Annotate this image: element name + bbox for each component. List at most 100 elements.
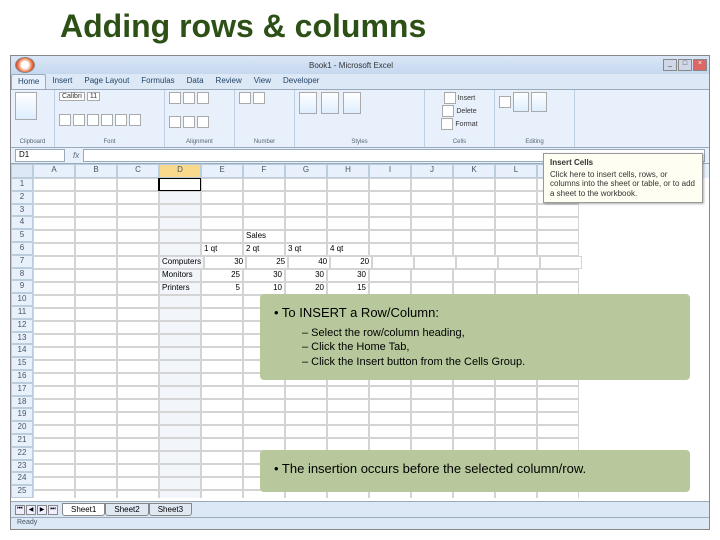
cell[interactable] (453, 386, 495, 399)
cell[interactable] (75, 321, 117, 334)
cell[interactable] (453, 399, 495, 412)
cell[interactable] (201, 412, 243, 425)
cell[interactable] (33, 256, 75, 269)
cell[interactable] (495, 243, 537, 256)
cell[interactable]: Sales (243, 230, 285, 243)
align-center-icon[interactable] (183, 92, 195, 104)
cell[interactable] (327, 230, 369, 243)
row-header[interactable]: 5 (11, 229, 33, 242)
cell[interactable] (372, 256, 414, 269)
cell[interactable] (117, 217, 159, 230)
cell[interactable] (411, 386, 453, 399)
cell[interactable] (369, 178, 411, 191)
cell[interactable] (33, 451, 75, 464)
row-header[interactable]: 22 (11, 447, 33, 460)
cell[interactable] (453, 243, 495, 256)
cell[interactable] (75, 217, 117, 230)
bold-icon[interactable] (59, 114, 71, 126)
cell[interactable] (495, 217, 537, 230)
cell[interactable] (33, 438, 75, 451)
cell[interactable] (453, 217, 495, 230)
cell[interactable] (369, 425, 411, 438)
cell[interactable] (159, 373, 201, 386)
cell[interactable] (411, 269, 453, 282)
row-header[interactable]: 20 (11, 421, 33, 434)
cell[interactable] (285, 204, 327, 217)
cell[interactable] (411, 243, 453, 256)
cell[interactable] (159, 412, 201, 425)
cell[interactable] (117, 269, 159, 282)
cell[interactable] (495, 230, 537, 243)
cell[interactable] (327, 399, 369, 412)
cell[interactable] (243, 412, 285, 425)
cell[interactable] (495, 191, 537, 204)
cell[interactable] (201, 399, 243, 412)
cell[interactable] (117, 191, 159, 204)
cell[interactable] (117, 490, 159, 498)
paste-icon[interactable] (15, 92, 37, 120)
sheet-nav-first-icon[interactable]: ⏮ (15, 505, 25, 515)
cell[interactable]: 3 qt (285, 243, 327, 256)
cell[interactable] (243, 204, 285, 217)
row-header[interactable]: 10 (11, 293, 33, 306)
cell[interactable]: Printers (159, 282, 201, 295)
cell[interactable] (33, 230, 75, 243)
cell[interactable] (453, 412, 495, 425)
col-header[interactable]: L (495, 164, 537, 178)
cell[interactable] (117, 477, 159, 490)
cell[interactable]: 30 (243, 269, 285, 282)
col-header[interactable]: E (201, 164, 243, 178)
select-all-corner[interactable] (11, 164, 33, 178)
sheet-tab[interactable]: Sheet3 (149, 503, 192, 516)
cell[interactable] (33, 490, 75, 498)
cell[interactable] (75, 230, 117, 243)
cell[interactable] (159, 425, 201, 438)
cell[interactable] (117, 373, 159, 386)
insert-button[interactable]: Insert (458, 95, 476, 102)
merge-icon[interactable] (197, 116, 209, 128)
fx-icon[interactable]: fx (69, 151, 83, 160)
cell[interactable] (201, 425, 243, 438)
cell[interactable] (495, 425, 537, 438)
col-header[interactable]: C (117, 164, 159, 178)
cell[interactable] (33, 334, 75, 347)
cell[interactable] (285, 386, 327, 399)
cell[interactable] (201, 438, 243, 451)
font-color-icon[interactable] (129, 114, 141, 126)
cell[interactable] (159, 490, 201, 498)
border-icon[interactable] (101, 114, 113, 126)
cell[interactable] (159, 347, 201, 360)
cell[interactable] (33, 425, 75, 438)
cell[interactable] (453, 269, 495, 282)
cell[interactable] (537, 386, 579, 399)
cell[interactable] (117, 464, 159, 477)
cell[interactable] (537, 269, 579, 282)
cell[interactable]: 1 qt (201, 243, 243, 256)
cell[interactable] (453, 178, 495, 191)
delete-cells-icon[interactable] (442, 105, 454, 117)
cell[interactable] (117, 438, 159, 451)
cell[interactable] (33, 399, 75, 412)
cell[interactable] (414, 256, 456, 269)
cell[interactable] (537, 204, 579, 217)
cell[interactable] (285, 412, 327, 425)
cell[interactable] (369, 230, 411, 243)
cell[interactable] (159, 230, 201, 243)
conditional-formatting-icon[interactable] (299, 92, 317, 114)
col-header[interactable]: B (75, 164, 117, 178)
cell[interactable] (75, 386, 117, 399)
cell[interactable] (159, 321, 201, 334)
cell[interactable] (495, 386, 537, 399)
sheet-tab[interactable]: Sheet2 (105, 503, 148, 516)
cell[interactable] (369, 399, 411, 412)
percent-icon[interactable] (253, 92, 265, 104)
cell[interactable] (201, 191, 243, 204)
sheet-tab[interactable]: Sheet1 (62, 503, 105, 516)
cell[interactable] (285, 230, 327, 243)
align-left-icon[interactable] (169, 92, 181, 104)
cell[interactable] (453, 230, 495, 243)
cell[interactable] (369, 412, 411, 425)
cell[interactable] (201, 217, 243, 230)
cell[interactable] (75, 347, 117, 360)
font-name-select[interactable]: Calibri (59, 92, 85, 101)
